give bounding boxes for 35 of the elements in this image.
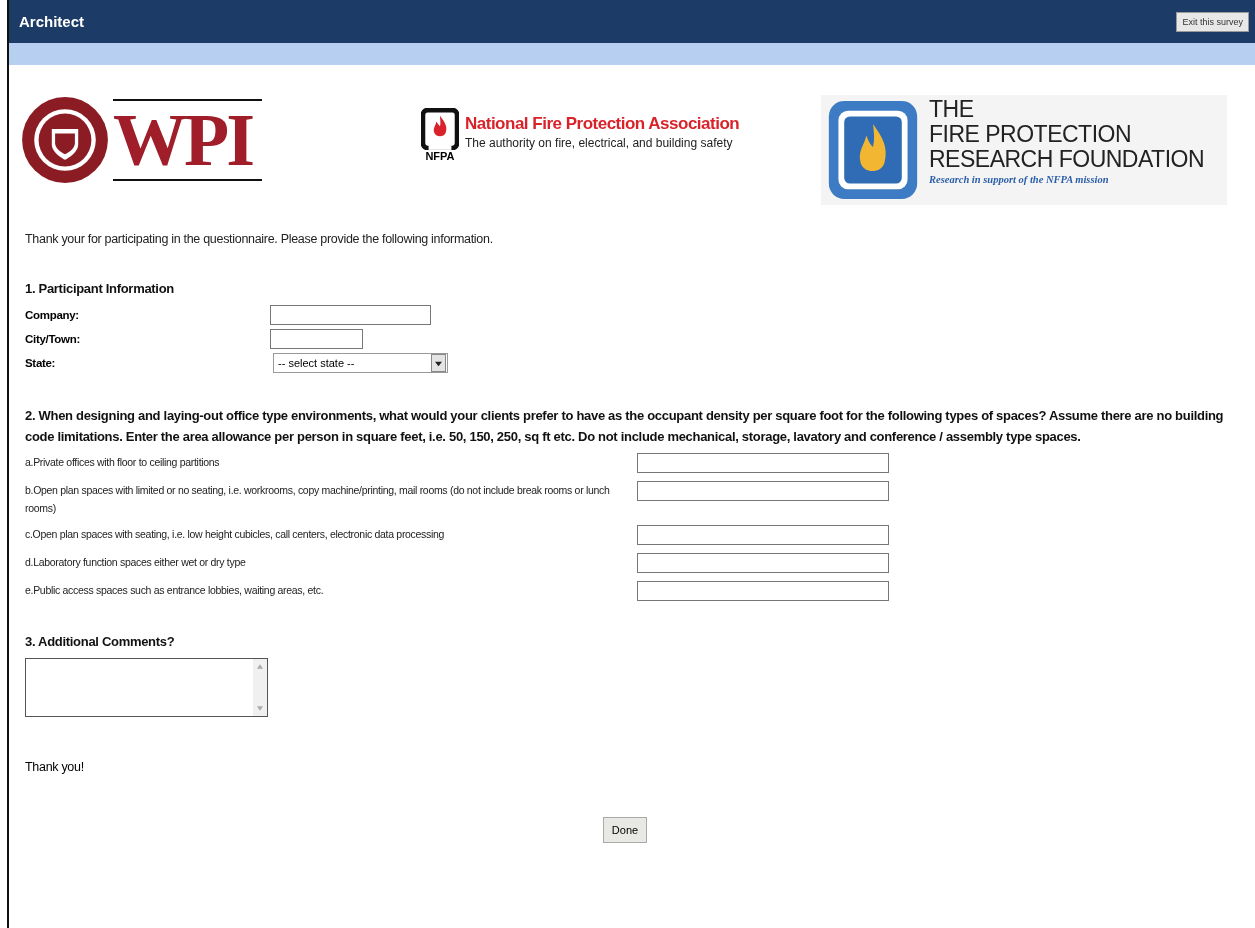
state-dropdown[interactable]: -- select state -- bbox=[273, 353, 448, 373]
text-field[interactable] bbox=[270, 329, 363, 349]
space-type-label: e.Public access spaces such as entrance lobbies, waiting areas, etc. bbox=[25, 583, 325, 598]
space-type-label: d.Laboratory function spaces either wet or dry type bbox=[25, 555, 247, 570]
space-type-label: b.Open plan spaces with limited or no seating, i.e. workrooms, copy machine/printing, mail rooms (do not include break rooms or lunch rooms) bbox=[25, 483, 611, 516]
association-tagline: The authority on fire, electrical, and building safety bbox=[465, 136, 734, 150]
area-field[interactable] bbox=[637, 525, 889, 545]
done-button[interactable]: Done bbox=[602, 817, 648, 843]
question-title: 3. Additional Comments? bbox=[25, 633, 176, 651]
foundation-name-line: THE bbox=[929, 97, 975, 122]
association-name: National Fire Protection Association bbox=[465, 114, 740, 134]
area-field[interactable] bbox=[637, 453, 889, 473]
caret-icon bbox=[435, 359, 442, 367]
closing-text: Thank you! bbox=[25, 760, 85, 774]
foundation-name-line: FIRE PROTECTION bbox=[929, 122, 1133, 147]
foundation-tagline: Research in support of the NFPA mission bbox=[929, 174, 1110, 185]
field-label: State: bbox=[25, 357, 56, 369]
area-field[interactable] bbox=[637, 481, 889, 501]
space-type-label: c.Open plan spaces with seating, i.e. low height cubicles, call centers, electronic data processing bbox=[25, 527, 446, 542]
space-type-label: a.Private offices with floor to ceiling partitions bbox=[25, 455, 221, 470]
question-title: 1. Participant Information bbox=[25, 280, 175, 298]
seal-icon bbox=[21, 96, 109, 184]
text-field[interactable] bbox=[270, 305, 431, 325]
area-field[interactable] bbox=[637, 581, 889, 601]
flame-icon bbox=[421, 108, 459, 150]
foundation-name-line: RESEARCH FOUNDATION bbox=[929, 147, 1205, 172]
area-field[interactable] bbox=[637, 553, 889, 573]
field-label: Company: bbox=[25, 309, 79, 321]
nfpa-badge-text: NFPA bbox=[425, 150, 455, 162]
intro-text: Thank your for participating in the questionnaire. Please provide the following information. bbox=[25, 232, 494, 246]
question-title: 2. When designing and laying-out office type environments, what would your clients prefer to have as the occupant density per square foot for the following types of spaces? Assume there are no building code limitations. Enter the area allowance per person in square feet, i.e. 50, 150, 250, sq ft etc. Do not include mechanical, storage, lavatory and conference / assembly type spaces. bbox=[25, 407, 1225, 446]
field-label: City/Town: bbox=[25, 333, 80, 345]
exit-survey-button[interactable]: Exit this survey bbox=[1176, 11, 1249, 32]
wpi-logo-text: WPI bbox=[113, 99, 262, 181]
survey-title: Architect bbox=[19, 13, 85, 30]
